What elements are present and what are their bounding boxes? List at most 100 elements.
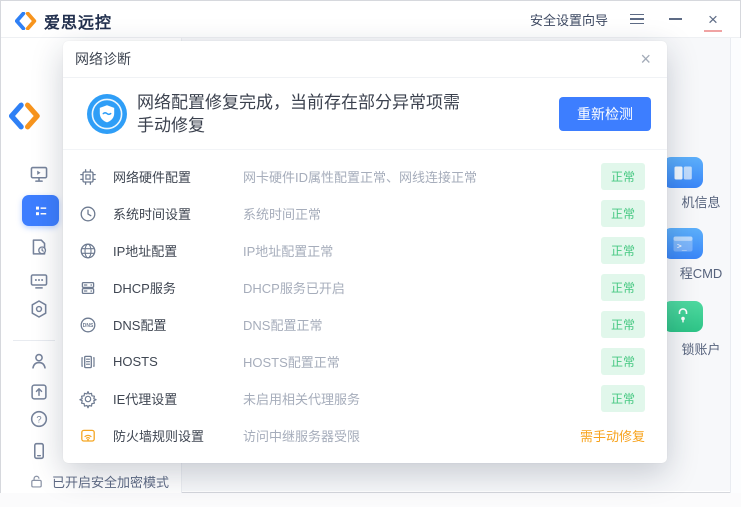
minimize-button[interactable]	[666, 10, 684, 28]
status-warn-text: 需手动修复	[579, 429, 645, 444]
row-label: 系统时间设置	[113, 207, 192, 222]
close-icon: ×	[708, 9, 718, 29]
sidebar-item-security[interactable]	[28, 298, 50, 320]
row-desc: DNS配置正常	[243, 318, 323, 333]
status-badge: 正常	[600, 385, 645, 412]
server-icon	[77, 277, 99, 299]
close-accent-underline	[704, 30, 722, 32]
sidebar-item-account[interactable]	[28, 350, 50, 372]
sidebar-item-devices[interactable]	[28, 270, 50, 292]
unlock-account-icon	[663, 301, 703, 332]
diagnostic-list: 网络硬件配置 网卡硬件ID属性配置正常、网线连接正常 正常 系统时间设置 系统时…	[63, 150, 667, 454]
sidebar-item-upload[interactable]	[28, 381, 50, 403]
row-desc: HOSTS配置正常	[243, 355, 340, 370]
upload-box-icon	[31, 384, 47, 400]
recheck-button[interactable]: 重新检测	[559, 97, 651, 131]
feature-unlock-account-label[interactable]: 锁账户	[661, 339, 741, 358]
diagnostic-row-firewall: 防火墙规则设置 访问中继服务器受限 需手动修复	[63, 417, 667, 454]
chip-icon	[77, 166, 99, 188]
dialog-title: 网络诊断	[75, 51, 131, 67]
question-circle-icon: ?	[30, 410, 48, 428]
shield-check-icon	[87, 94, 127, 134]
feature-unlock-account[interactable]	[663, 301, 703, 332]
screen: 爱思远控 安全设置向导 × ? 已开启安全加密模式 机信息 >_ 程CMD 锁账…	[0, 0, 741, 507]
diagnostic-row-dhcp: DHCP服务 DHCP服务已开启 正常	[63, 269, 667, 306]
sidebar-item-help[interactable]: ?	[28, 408, 50, 430]
hamburger-icon	[630, 14, 644, 24]
app-logo: 爱思远控	[15, 9, 112, 33]
feature-host-info[interactable]	[663, 157, 703, 188]
feature-remote-cmd[interactable]: >_	[663, 228, 703, 259]
row-desc: DHCP服务已开启	[243, 281, 345, 296]
status-badge: 正常	[600, 200, 645, 227]
row-label: DHCP服务	[113, 281, 176, 296]
diagnostic-row-ie-proxy: IE代理设置 未启用相关代理服务 正常	[63, 380, 667, 417]
app-title: 爱思远控	[44, 15, 113, 32]
lock-icon	[31, 475, 42, 488]
svg-text:>_: >_	[677, 241, 687, 250]
row-desc: IP地址配置正常	[243, 244, 334, 259]
row-desc: 网卡硬件ID属性配置正常、网线连接正常	[243, 170, 478, 185]
clock-icon	[77, 203, 99, 225]
dialog-titlebar: 网络诊断 ×	[63, 41, 667, 78]
row-desc: 未启用相关代理服务	[243, 392, 361, 407]
row-label: IP地址配置	[113, 244, 178, 259]
sidebar-logo-icon	[9, 102, 41, 130]
monitor-share-icon	[30, 166, 48, 182]
hosts-icon	[77, 351, 99, 373]
diagnostic-row-network-hardware: 网络硬件配置 网卡硬件ID属性配置正常、网线连接正常 正常	[63, 158, 667, 195]
list-icon	[35, 206, 46, 215]
minimize-icon	[668, 18, 682, 20]
globe-icon	[77, 240, 99, 262]
user-icon	[32, 353, 46, 369]
firewall-icon	[77, 425, 99, 447]
row-desc: 系统时间正常	[243, 207, 322, 222]
row-label: 防火墙规则设置	[113, 429, 205, 444]
dialog-close-button[interactable]: ×	[640, 50, 651, 68]
dns-globe-icon: DNS	[77, 314, 99, 336]
row-label: 网络硬件配置	[113, 170, 192, 185]
close-window-button[interactable]: ×	[704, 9, 722, 32]
document-clock-icon	[32, 239, 47, 255]
menu-button[interactable]	[628, 10, 646, 28]
sidebar-item-remote-control[interactable]	[28, 163, 50, 185]
status-badge: 正常	[600, 348, 645, 375]
logo-chevrons-icon	[15, 12, 37, 30]
host-info-icon	[663, 157, 703, 188]
diagnostic-row-system-time: 系统时间设置 系统时间正常 正常	[63, 195, 667, 232]
feature-host-info-label[interactable]: 机信息	[661, 192, 741, 211]
row-label: DNS配置	[113, 318, 167, 333]
monitor-dots-icon	[30, 274, 48, 289]
titlebar-border	[1, 37, 740, 38]
network-diagnostics-dialog: 网络诊断 × 网络配置修复完成，当前存在部分异常项需手动修复 重新检测 网络硬件…	[63, 41, 667, 463]
status-badge: 正常	[600, 237, 645, 264]
diagnostic-row-hosts: HOSTS HOSTS配置正常 正常	[63, 343, 667, 380]
svg-text:?: ?	[36, 414, 41, 425]
encryption-status-text: 已开启安全加密模式	[52, 475, 170, 490]
row-label: IE代理设置	[113, 392, 178, 407]
status-badge: 正常	[600, 163, 645, 190]
sidebar-divider	[13, 340, 55, 341]
hexagon-shield-icon	[31, 300, 47, 318]
right-divider	[730, 38, 731, 493]
feature-remote-cmd-label[interactable]: 程CMD	[661, 263, 741, 282]
dialog-message: 网络配置修复完成，当前存在部分异常项需手动修复	[137, 93, 460, 135]
status-badge: 正常	[600, 274, 645, 301]
security-wizard-button[interactable]: 安全设置向导	[530, 10, 608, 29]
sidebar-item-diagnostics-selected[interactable]	[22, 195, 59, 226]
encryption-statusbar: 已开启安全加密模式	[29, 472, 169, 491]
row-desc: 访问中继服务器受限	[243, 429, 361, 444]
svg-text:DNS: DNS	[83, 323, 94, 329]
terminal-icon: >_	[663, 228, 703, 259]
row-label: HOSTS	[113, 354, 158, 369]
app-window: 爱思远控 安全设置向导 × ? 已开启安全加密模式 机信息 >_ 程CMD 锁账…	[0, 0, 741, 493]
gear-icon	[77, 388, 99, 410]
titlebar-controls: 安全设置向导 ×	[530, 1, 722, 37]
diagnostic-row-ip-address: IP地址配置 IP地址配置正常 正常	[63, 232, 667, 269]
sidebar-item-records[interactable]	[28, 236, 50, 258]
sidebar-item-mobile[interactable]	[28, 440, 50, 462]
diagnostic-row-dns: DNS DNS配置 DNS配置正常 正常	[63, 306, 667, 343]
status-badge: 正常	[600, 311, 645, 338]
phone-icon	[33, 442, 44, 460]
dialog-header: 网络配置修复完成，当前存在部分异常项需手动修复 重新检测	[63, 78, 667, 150]
